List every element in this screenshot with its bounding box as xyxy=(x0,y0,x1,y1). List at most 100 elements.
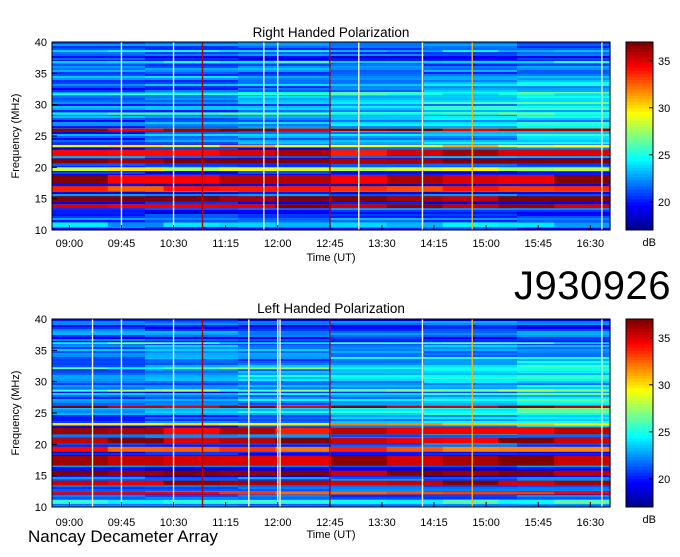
emission-band xyxy=(498,499,555,504)
y-tick-label: 10 xyxy=(35,502,47,514)
emission-band xyxy=(107,389,165,392)
colorbar-segment xyxy=(626,63,653,68)
emission-band xyxy=(386,470,444,476)
emission-band xyxy=(52,367,109,370)
colorbar-tick-label: 20 xyxy=(658,197,670,209)
colorbar-segment xyxy=(626,450,653,455)
emission-band xyxy=(498,480,555,486)
colorbar-segment xyxy=(626,328,653,332)
emission-band xyxy=(219,60,276,64)
colorbar-segment xyxy=(626,154,653,159)
emission-band xyxy=(386,492,444,495)
emission-band xyxy=(331,342,388,345)
emission-band xyxy=(275,446,332,452)
emission-band xyxy=(219,428,276,435)
emission-band xyxy=(163,196,220,202)
colorbar-segment xyxy=(626,70,653,74)
y-tick-label: 20 xyxy=(35,439,47,451)
emission-band xyxy=(386,405,444,408)
emission-band xyxy=(52,470,109,476)
colorbar-segment xyxy=(626,51,653,55)
emission-band xyxy=(442,423,499,426)
colorbar-segment xyxy=(626,400,653,405)
colorbar-segment xyxy=(626,85,653,90)
colorbar-segment xyxy=(626,57,653,62)
emission-band xyxy=(275,93,332,96)
emission-band xyxy=(498,367,555,370)
spectrogram-panel-left: Left Handed Polarization 10 15 20 25 30 35 40 Fr… xyxy=(10,301,670,541)
emission-band xyxy=(386,428,444,435)
emission-band xyxy=(163,499,220,504)
emission-band xyxy=(219,389,276,392)
colorbar-segment xyxy=(626,201,653,206)
colorbar-segment xyxy=(626,322,653,326)
emission-band xyxy=(163,174,220,184)
colorbar-segment xyxy=(626,67,653,71)
emission-band xyxy=(442,492,499,495)
emission-band xyxy=(275,112,332,115)
emission-band xyxy=(163,50,220,52)
observation-id: J930926 xyxy=(514,264,671,308)
x-tick-label: 12:45 xyxy=(316,517,344,529)
emission-band xyxy=(107,60,165,64)
colorbar-segment xyxy=(626,123,653,128)
emission-band xyxy=(219,50,276,52)
emission-band xyxy=(52,204,109,209)
colorbar-label: dB xyxy=(643,514,656,526)
colorbar-segment xyxy=(626,340,653,345)
colorbar-segment xyxy=(626,195,653,200)
emission-band xyxy=(386,446,444,452)
colorbar-segment xyxy=(626,337,653,342)
x-tick-label: 09:00 xyxy=(56,238,84,250)
y-tick-label: 30 xyxy=(35,100,47,112)
colorbar-segment xyxy=(626,45,653,49)
emission-band xyxy=(163,446,220,452)
colorbar-segment xyxy=(626,500,653,505)
colorbar-segment xyxy=(626,167,653,171)
colorbar-segment xyxy=(626,438,653,442)
emission-band xyxy=(52,480,109,486)
colorbar-segment xyxy=(626,319,653,323)
colorbar-segment xyxy=(626,151,653,156)
emission-band xyxy=(442,455,499,466)
emission-band xyxy=(386,342,444,345)
colorbar-segment xyxy=(626,384,653,389)
y-tick-label: 30 xyxy=(35,377,47,389)
emission-band xyxy=(331,470,388,476)
emission-band xyxy=(219,112,276,115)
emission-band xyxy=(107,174,165,184)
colorbar-segment xyxy=(626,366,653,370)
colorbar-segment xyxy=(626,334,653,339)
colorbar-segment xyxy=(626,161,653,165)
emission-band xyxy=(331,492,388,495)
emission-band xyxy=(386,186,444,192)
colorbar-segment xyxy=(626,331,653,336)
emission-band xyxy=(498,342,555,345)
emission-band xyxy=(163,186,220,192)
colorbar-segment xyxy=(626,208,653,212)
colorbar-segment xyxy=(626,472,653,477)
emission-band xyxy=(386,93,444,96)
emission-band xyxy=(442,446,499,452)
emission-band xyxy=(275,428,332,435)
instrument-name: Nancay Decameter Array xyxy=(28,527,218,546)
emission-band xyxy=(52,423,109,426)
emission-band xyxy=(386,222,444,227)
emission-band xyxy=(52,144,109,148)
colorbar-tick-label: 30 xyxy=(658,380,670,392)
emission-band xyxy=(107,405,165,408)
emission-band xyxy=(107,428,165,435)
colorbar-tick-label: 35 xyxy=(658,333,670,345)
emission-band xyxy=(275,149,332,157)
emission-band xyxy=(386,158,444,164)
emission-band xyxy=(219,174,276,184)
panel-title: Right Handed Polarization xyxy=(253,25,410,40)
emission-band xyxy=(331,446,388,452)
colorbar-segment xyxy=(626,42,653,46)
emission-band xyxy=(163,342,220,345)
colorbar-segment xyxy=(626,157,653,162)
emission-band xyxy=(442,196,499,202)
emission-band xyxy=(442,470,499,476)
emission-band xyxy=(275,174,332,184)
emission-band xyxy=(163,470,220,476)
